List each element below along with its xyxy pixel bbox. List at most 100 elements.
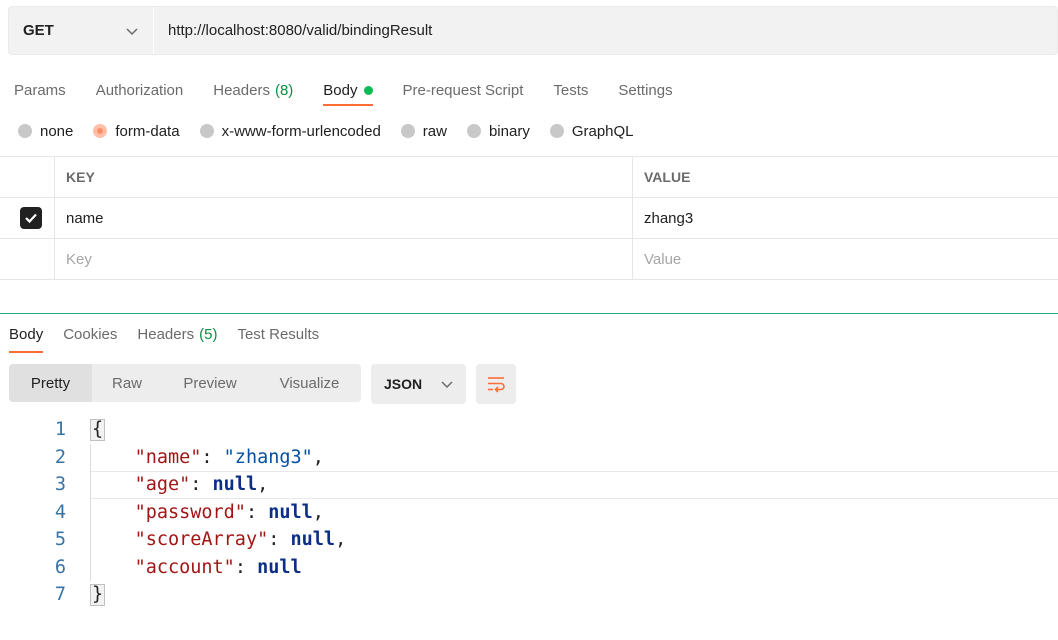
code-line: 1 { bbox=[0, 416, 1058, 444]
open-brace: { bbox=[90, 419, 105, 441]
json-colon: : bbox=[235, 557, 257, 578]
view-visualize[interactable]: Visualize bbox=[258, 364, 361, 402]
json-comma: , bbox=[313, 447, 324, 468]
line-number: 3 bbox=[0, 474, 66, 495]
json-value: null bbox=[268, 502, 313, 523]
response-tab-cookies[interactable]: Cookies bbox=[63, 322, 117, 346]
code-line: 2 "name": "zhang3", bbox=[0, 444, 1058, 472]
tab-settings[interactable]: Settings bbox=[618, 76, 672, 104]
tab-label: Headers bbox=[137, 326, 194, 343]
radio-x-www-form-urlencoded[interactable]: x-www-form-urlencoded bbox=[200, 123, 381, 140]
json-colon: : bbox=[246, 502, 268, 523]
radio-label: form-data bbox=[115, 123, 179, 140]
value-placeholder-field[interactable]: Value bbox=[633, 239, 1058, 279]
line-number: 6 bbox=[0, 557, 66, 578]
response-tab-headers[interactable]: Headers (5) bbox=[137, 322, 217, 346]
code-line: 4 "password": null, bbox=[0, 499, 1058, 527]
line-number: 5 bbox=[0, 529, 66, 550]
row-check-cell bbox=[0, 198, 55, 238]
json-key: "name" bbox=[135, 447, 202, 468]
tab-tests[interactable]: Tests bbox=[553, 76, 588, 104]
tab-label: Tests bbox=[553, 82, 588, 99]
json-colon: : bbox=[190, 474, 212, 495]
json-key: "password" bbox=[135, 502, 246, 523]
radio-button[interactable] bbox=[550, 124, 564, 138]
tab-pre-request-script[interactable]: Pre-request Script bbox=[403, 76, 524, 104]
tab-label: Body bbox=[9, 326, 43, 343]
json-comma: , bbox=[313, 502, 324, 523]
method-select[interactable]: GET bbox=[9, 7, 154, 54]
value-field[interactable]: zhang3 bbox=[633, 198, 1058, 238]
radio-label: binary bbox=[489, 123, 530, 140]
line-number: 2 bbox=[0, 447, 66, 468]
wrap-lines-button[interactable] bbox=[476, 364, 516, 404]
tab-label: Body bbox=[323, 82, 357, 99]
json-value: null bbox=[291, 529, 336, 550]
key-field[interactable]: name bbox=[55, 198, 633, 238]
json-key: "scoreArray" bbox=[135, 529, 269, 550]
json-key: "age" bbox=[135, 474, 191, 495]
tab-label: Params bbox=[14, 82, 66, 99]
radio-label: none bbox=[40, 123, 73, 140]
check-icon bbox=[24, 211, 38, 225]
view-preview[interactable]: Preview bbox=[162, 364, 258, 402]
header-check-cell bbox=[0, 157, 55, 197]
tab-label: Pre-request Script bbox=[403, 82, 524, 99]
response-divider[interactable] bbox=[0, 313, 1058, 314]
radio-button-selected[interactable] bbox=[93, 124, 107, 138]
radio-label: x-www-form-urlencoded bbox=[222, 123, 381, 140]
tab-label: Cookies bbox=[63, 326, 117, 343]
radio-button[interactable] bbox=[200, 124, 214, 138]
request-tabs: Params Authorization Headers (8) Body Pre… bbox=[14, 76, 703, 104]
tab-body[interactable]: Body bbox=[323, 76, 372, 104]
radio-form-data[interactable]: form-data bbox=[93, 123, 179, 140]
radio-label: GraphQL bbox=[572, 123, 634, 140]
json-comma: , bbox=[335, 529, 346, 550]
body-type-selector: none form-data x-www-form-urlencoded raw… bbox=[18, 120, 654, 142]
url-input[interactable]: http://localhost:8080/valid/bindingResul… bbox=[154, 7, 1057, 54]
response-tab-test-results[interactable]: Test Results bbox=[237, 322, 319, 346]
view-pretty[interactable]: Pretty bbox=[9, 364, 92, 402]
radio-button[interactable] bbox=[467, 124, 481, 138]
radio-graphql[interactable]: GraphQL bbox=[550, 123, 634, 140]
response-tab-body[interactable]: Body bbox=[9, 322, 43, 346]
url-bar: GET http://localhost:8080/valid/bindingR… bbox=[8, 6, 1058, 55]
value-column-header: VALUE bbox=[633, 157, 1058, 197]
code-line: 6 "account": null bbox=[0, 554, 1058, 582]
tab-label: Headers bbox=[213, 82, 270, 99]
body-indicator-dot bbox=[364, 86, 373, 95]
json-colon: : bbox=[201, 447, 223, 468]
radio-binary[interactable]: binary bbox=[467, 123, 530, 140]
radio-button[interactable] bbox=[18, 124, 32, 138]
radio-button[interactable] bbox=[401, 124, 415, 138]
view-raw[interactable]: Raw bbox=[92, 364, 162, 402]
wrap-lines-icon bbox=[486, 375, 506, 393]
row-checkbox[interactable] bbox=[20, 207, 42, 229]
radio-none[interactable]: none bbox=[18, 123, 73, 140]
line-number: 4 bbox=[0, 502, 66, 523]
tab-headers[interactable]: Headers (8) bbox=[213, 76, 293, 104]
code-line: 7 } bbox=[0, 581, 1058, 609]
view-mode-selector: Pretty Raw Preview Visualize bbox=[9, 364, 361, 402]
chevron-down-icon bbox=[440, 377, 454, 391]
tab-authorization[interactable]: Authorization bbox=[96, 76, 184, 104]
tab-params[interactable]: Params bbox=[14, 76, 66, 104]
headers-count: (5) bbox=[199, 326, 217, 343]
tab-label: Settings bbox=[618, 82, 672, 99]
format-dropdown[interactable]: JSON bbox=[371, 364, 466, 404]
format-label: JSON bbox=[384, 376, 422, 392]
row-check-cell bbox=[0, 239, 55, 279]
json-colon: : bbox=[268, 529, 290, 550]
radio-raw[interactable]: raw bbox=[401, 123, 447, 140]
table-row: name zhang3 bbox=[0, 198, 1058, 239]
method-label: GET bbox=[23, 22, 54, 39]
table-header-row: KEY VALUE bbox=[0, 157, 1058, 198]
tab-label: Authorization bbox=[96, 82, 184, 99]
response-body-code[interactable]: 1 { 2 "name": "zhang3", 3 "age": null, 4… bbox=[0, 416, 1058, 609]
key-placeholder-field[interactable]: Key bbox=[55, 239, 633, 279]
response-tabs: Body Cookies Headers (5) Test Results bbox=[9, 322, 339, 346]
chevron-down-icon bbox=[125, 24, 139, 38]
tab-label: Test Results bbox=[237, 326, 319, 343]
key-column-header: KEY bbox=[55, 157, 633, 197]
headers-count: (8) bbox=[275, 82, 293, 99]
